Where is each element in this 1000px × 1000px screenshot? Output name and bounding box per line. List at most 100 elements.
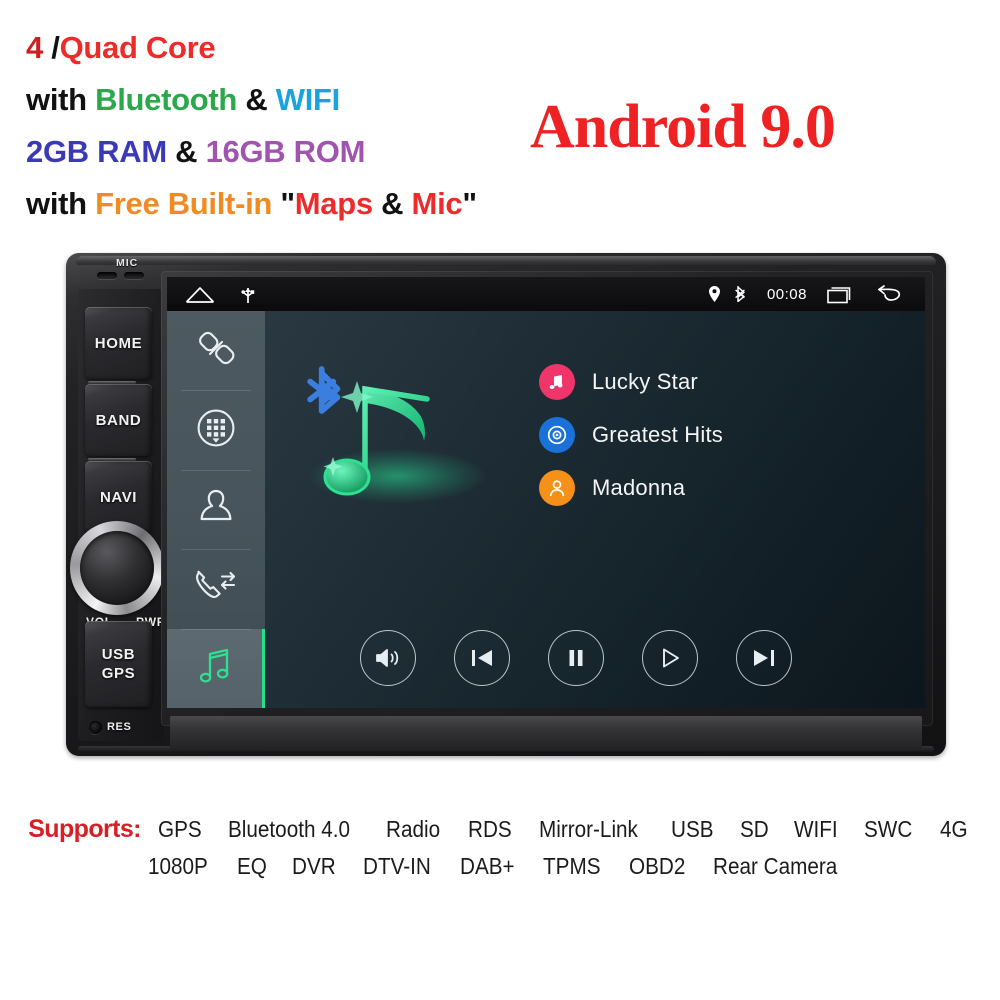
band-hard-button[interactable]: BAND xyxy=(85,384,152,461)
mic-label: MIC xyxy=(116,257,139,269)
sidebar-item-dialpad[interactable] xyxy=(167,390,265,469)
status-clock: 00:08 xyxy=(766,285,807,303)
location-pin-icon xyxy=(708,285,721,303)
mic-grille-slot xyxy=(124,272,144,279)
track-row-title[interactable]: Lucky Star xyxy=(539,355,723,408)
support-item: Mirror-Link xyxy=(538,816,638,842)
promo-text-fragment: Free Built-in xyxy=(95,186,281,221)
android-version-badge: Android 9.0 xyxy=(530,93,836,161)
support-item: RDS xyxy=(468,816,512,842)
promo-text-fragment: Quad Core xyxy=(59,30,216,65)
promo-text-fragment: Maps xyxy=(294,186,373,221)
home-icon[interactable] xyxy=(185,286,215,303)
promo-text-fragment: Mic xyxy=(411,186,463,221)
previous-button[interactable] xyxy=(454,630,510,686)
touchscreen[interactable]: 00:08 Lucky Star Greatest Hits Madonna xyxy=(167,277,925,708)
promo-text-fragment: with xyxy=(26,82,96,117)
sidebar-item-bluetooth-pair[interactable] xyxy=(167,311,265,390)
pause-button[interactable] xyxy=(548,630,604,686)
support-item: Bluetooth 4.0 xyxy=(228,816,351,842)
promo-text-fragment: & xyxy=(166,134,206,169)
promo-line-builtin: with Free Built-in "Maps & Mic" xyxy=(26,178,586,230)
track-album: Greatest Hits xyxy=(592,421,723,447)
android-status-bar: 00:08 xyxy=(167,277,925,311)
back-arrow-icon[interactable] xyxy=(876,285,903,303)
support-item: WIFI xyxy=(793,816,838,842)
promo-text-fragment: 16GB ROM xyxy=(205,134,366,169)
dialpad-circle-icon xyxy=(190,402,242,459)
supported-features: Supports: GPS Bluetooth 4.0 Radio RDS Mirror… xyxy=(0,815,1000,880)
support-item: 4G xyxy=(940,816,968,842)
promo-text-fragment: " xyxy=(462,186,477,221)
home-hard-button[interactable]: HOME xyxy=(85,307,152,384)
sidebar-item-contacts[interactable] xyxy=(167,469,265,549)
track-title-badge xyxy=(539,363,575,400)
support-item: USB xyxy=(670,816,714,842)
chassis-top-highlight xyxy=(76,256,936,265)
promo-header: 4 /Quad Core with Bluetooth & WIFI 2GB RAM… xyxy=(0,0,1000,250)
knob-face[interactable] xyxy=(80,531,154,605)
supports-row-2: 1080P EQ DVR DTV-IN DAB+ TPMS OBD2 Rear Camera xyxy=(0,853,1000,880)
bluetooth-music-screen: Lucky Star Greatest Hits Madonna xyxy=(167,311,925,708)
promo-text-fragment: " xyxy=(280,186,295,221)
usb-icon xyxy=(241,284,255,304)
usb-gps-line1: USB xyxy=(101,646,136,663)
promo-line-wireless: with Bluetooth & WIFI xyxy=(26,74,586,126)
promo-text-fragment: Bluetooth xyxy=(95,82,238,117)
sidebar-item-call-history[interactable] xyxy=(167,549,265,628)
promo-text-fragment: WIFI xyxy=(275,82,341,117)
music-note-icon xyxy=(190,640,242,697)
supports-row-1: Supports: GPS Bluetooth 4.0 Radio RDS Mirror… xyxy=(0,815,1000,844)
support-item: DVR xyxy=(292,853,336,879)
call-transfer-icon xyxy=(189,560,243,617)
playback-controls xyxy=(360,630,792,686)
usb-gps-port-cover[interactable]: USB GPS xyxy=(85,621,152,707)
promo-text-fragment: / xyxy=(51,30,60,65)
screen-bezel: 00:08 Lucky Star Greatest Hits Madonna xyxy=(161,271,933,726)
sidebar-item-music[interactable] xyxy=(167,628,265,708)
support-item: 1080P xyxy=(148,853,209,879)
now-playing-artwork xyxy=(295,353,500,528)
support-item: EQ xyxy=(237,853,267,879)
support-item: SWC xyxy=(864,816,913,842)
person-icon xyxy=(190,481,242,538)
promo-text-fragment: 4 xyxy=(26,30,52,65)
bluetooth-icon xyxy=(734,285,747,303)
recent-apps-icon[interactable] xyxy=(827,285,853,304)
track-row-artist[interactable]: Madonna xyxy=(539,461,723,514)
promo-feature-lines: 4 /Quad Core with Bluetooth & WIFI 2GB RAM… xyxy=(26,22,586,230)
mic-grille-slot xyxy=(97,272,117,279)
play-button[interactable] xyxy=(642,630,698,686)
supports-label: Supports: xyxy=(28,815,141,843)
support-item: GPS xyxy=(157,816,202,842)
support-item: OBD2 xyxy=(628,853,686,879)
promo-text-fragment: with xyxy=(26,186,96,221)
broken-link-icon xyxy=(190,322,242,379)
track-info-list: Lucky Star Greatest Hits Madonna xyxy=(539,355,723,514)
track-artist: Madonna xyxy=(592,474,686,500)
support-item: DTV-IN xyxy=(362,853,431,879)
track-album-badge xyxy=(539,416,575,453)
support-item: Radio xyxy=(386,816,441,842)
reset-label: RES xyxy=(107,721,132,733)
support-item: Rear Camera xyxy=(713,853,838,879)
promo-line-cores: 4 /Quad Core xyxy=(26,22,586,74)
support-item: SD xyxy=(739,816,769,842)
promo-line-memory: 2GB RAM & 16GB ROM xyxy=(26,126,586,178)
volume-button[interactable] xyxy=(360,630,416,686)
track-row-album[interactable]: Greatest Hits xyxy=(539,408,723,461)
support-item: DAB+ xyxy=(460,853,515,879)
support-item: TPMS xyxy=(542,853,601,879)
track-artist-badge xyxy=(539,469,575,506)
bezel-bottom-shelf xyxy=(170,716,922,750)
bluetooth-icon xyxy=(307,366,341,414)
reset-pinhole[interactable] xyxy=(89,721,102,734)
promo-text-fragment: & xyxy=(237,82,276,117)
volume-power-knob[interactable]: VOL PWR xyxy=(62,519,172,629)
function-sidebar xyxy=(167,311,265,708)
next-button[interactable] xyxy=(736,630,792,686)
usb-gps-line2: GPS xyxy=(101,665,136,682)
car-stereo-unit: MIC HOME BAND NAVI VOL PWR USB GPS RES xyxy=(66,253,946,756)
promo-text-fragment: & xyxy=(372,186,412,221)
track-title: Lucky Star xyxy=(592,368,698,394)
